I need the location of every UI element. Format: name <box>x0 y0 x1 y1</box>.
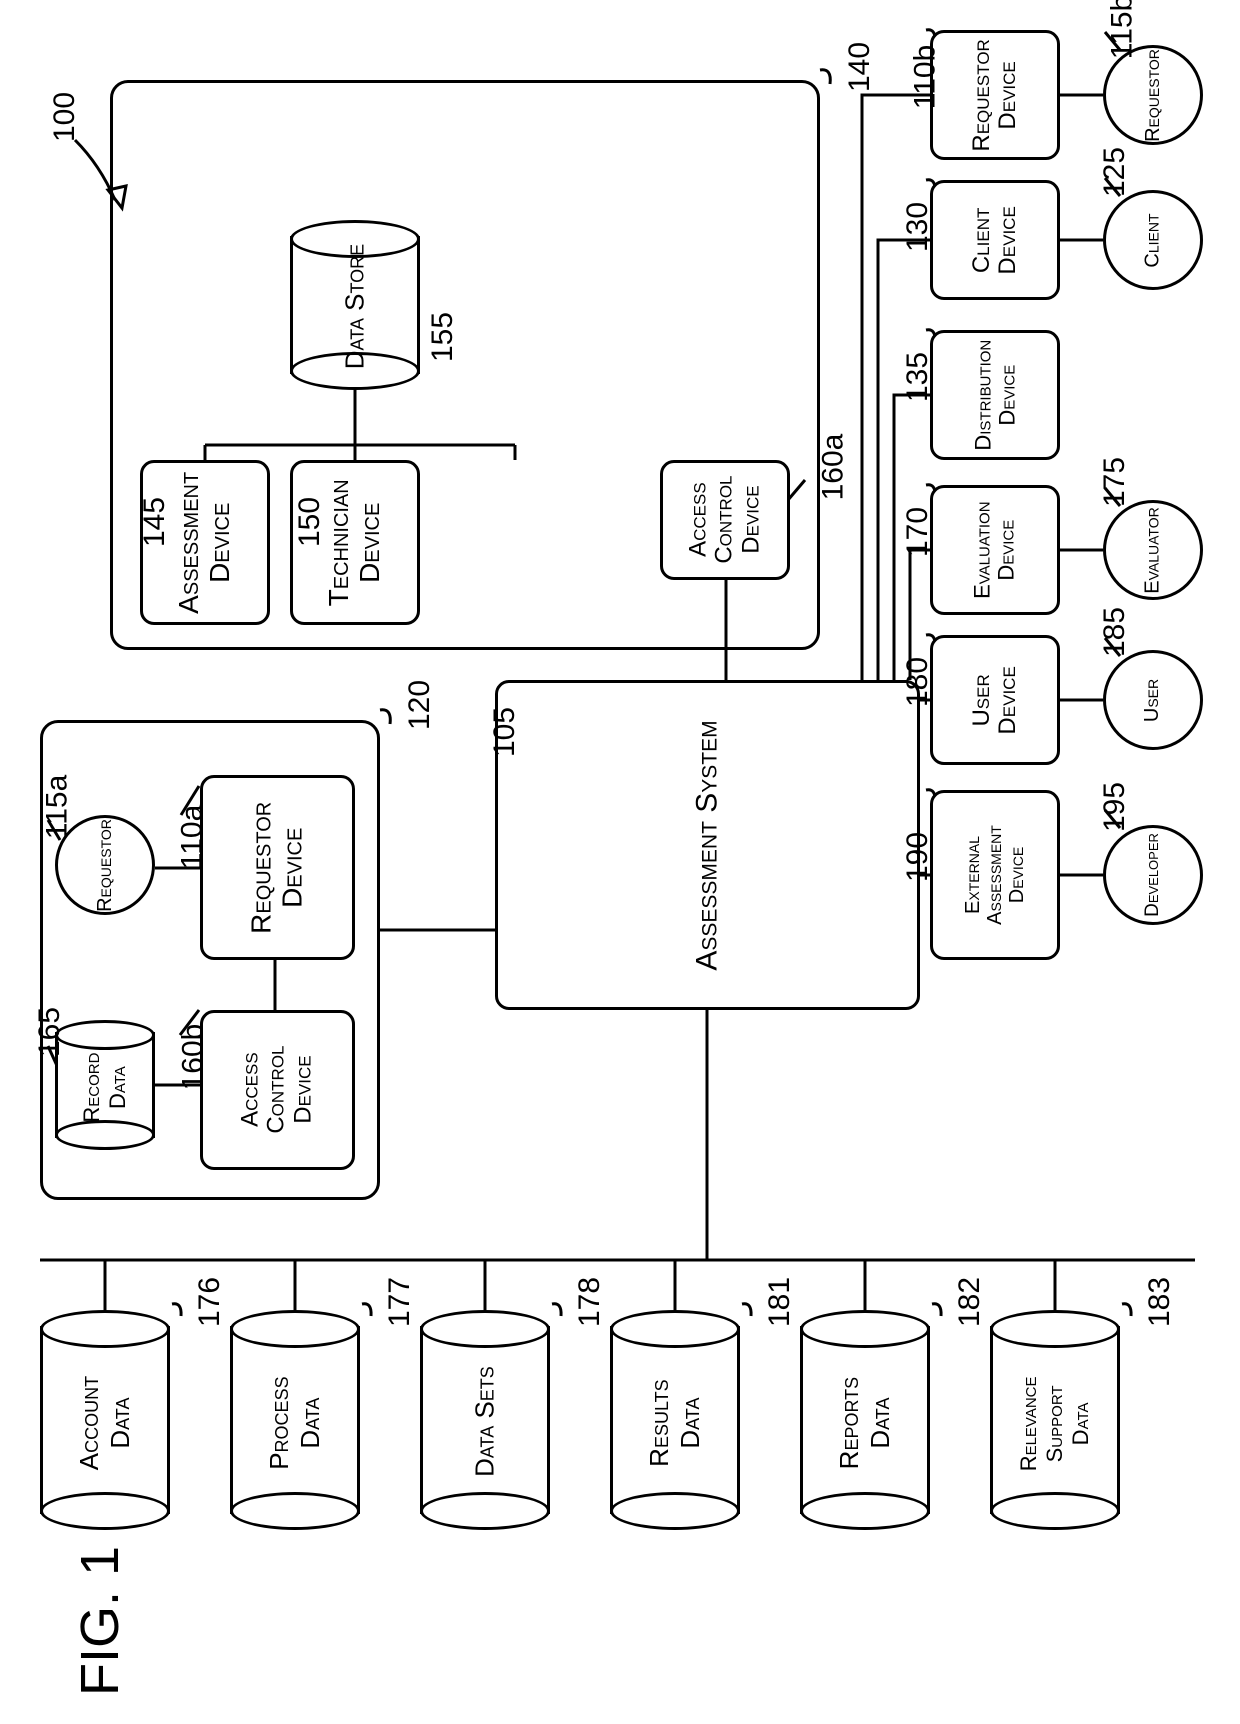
db-process-data: Process Data <box>230 1310 360 1530</box>
access-control-device-b-label: Access Control Device <box>238 1046 317 1134</box>
ref-195: 195 <box>1098 782 1132 832</box>
ref-155: 155 <box>426 312 460 362</box>
account-data-label: Account Data <box>74 1376 136 1470</box>
box-assessment-system: Assessment System <box>495 680 920 1010</box>
db-record-data: Record Data <box>55 1020 155 1150</box>
ref-145: 145 <box>138 497 172 547</box>
distribution-device-label: Distribution Device <box>971 340 1019 451</box>
ref-180: 180 <box>901 657 935 707</box>
requestor-b-label: Requestor <box>1141 49 1164 142</box>
db-data-store-label: Data Store <box>340 244 371 369</box>
circle-client: Client <box>1103 190 1203 290</box>
circle-developer: Developer <box>1103 825 1203 925</box>
ref-100: 100 <box>48 92 82 142</box>
requestor-device-a-label: Requestor Device <box>247 801 309 933</box>
ref-182: 182 <box>953 1277 987 1327</box>
reports-data-label: Reports Data <box>834 1377 896 1469</box>
requestor-device-b-label: Requestor Device <box>969 39 1022 151</box>
ref-178: 178 <box>573 1277 607 1327</box>
developer-label: Developer <box>1142 833 1164 917</box>
external-assessment-device-label: External Assessment Device <box>962 825 1028 925</box>
ref-165: 165 <box>33 1007 67 1057</box>
results-data-label: Results Data <box>644 1379 706 1466</box>
ref-150: 150 <box>293 497 327 547</box>
requestor-a-label: Requestor <box>93 819 116 912</box>
evaluation-device-label: Evaluation Device <box>971 501 1019 598</box>
circle-user: User <box>1103 650 1203 750</box>
ref-130: 130 <box>901 202 935 252</box>
box-requestor-device-a: Requestor Device <box>200 775 355 960</box>
ref-160a: 160a <box>816 434 850 501</box>
ref-183: 183 <box>1143 1277 1177 1327</box>
ref-190: 190 <box>901 832 935 882</box>
client-device-label: Client Device <box>969 206 1022 274</box>
db-relevance-support-data: Relevance Support Data <box>990 1310 1120 1530</box>
box-evaluation-device: Evaluation Device <box>930 485 1060 615</box>
process-data-label: Process Data <box>264 1376 326 1469</box>
box-requestor-device-b: Requestor Device <box>930 30 1060 160</box>
db-account-data: Account Data <box>40 1310 170 1530</box>
box-external-assessment-device: External Assessment Device <box>930 790 1060 960</box>
client-label: Client <box>1142 213 1165 267</box>
access-control-device-a-label: Access Control Device <box>685 476 764 564</box>
box-access-control-device-a: Access Control Device <box>660 460 790 580</box>
ref-160b: 160b <box>176 1024 210 1091</box>
assessment-system-label: Assessment System <box>691 720 724 970</box>
ref-125: 125 <box>1098 147 1132 197</box>
ref-176: 176 <box>193 1277 227 1327</box>
diagram-canvas: 100 140 Data Store 155 Assessment Device… <box>0 0 1240 1724</box>
db-data-sets: Data Sets <box>420 1310 550 1530</box>
ref-181: 181 <box>763 1277 797 1327</box>
ref-175: 175 <box>1098 457 1132 507</box>
relevance-support-data-label: Relevance Support Data <box>1016 1376 1094 1471</box>
technician-device-label: Technician Device <box>324 479 386 606</box>
ref-110a: 110a <box>175 805 209 870</box>
ref-120: 120 <box>403 680 437 730</box>
db-results-data: Results Data <box>610 1310 740 1530</box>
ref-115a: 115a <box>40 775 74 840</box>
assessment-device-label: Assessment Device <box>174 471 236 613</box>
ref-177: 177 <box>383 1277 417 1327</box>
evaluator-label: Evaluator <box>1141 507 1164 593</box>
ref-170: 170 <box>901 507 935 557</box>
user-device-label: User Device <box>969 666 1022 734</box>
db-data-store: Data Store <box>290 220 420 390</box>
box-distribution-device: Distribution Device <box>930 330 1060 460</box>
ref-185: 185 <box>1098 607 1132 657</box>
ref-135: 135 <box>901 352 935 402</box>
box-user-device: User Device <box>930 635 1060 765</box>
user-label: User <box>1141 678 1164 721</box>
record-data-label: Record Data <box>79 1053 131 1123</box>
ref-110b: 110b <box>908 45 942 110</box>
data-sets-label: Data Sets <box>470 1366 501 1477</box>
box-access-control-device-b: Access Control Device <box>200 1010 355 1170</box>
ref-115b: 115b <box>1105 0 1139 59</box>
ref-140: 140 <box>843 42 877 92</box>
circle-evaluator: Evaluator <box>1103 500 1203 600</box>
figure-caption: FIG. 1 <box>69 1546 131 1696</box>
circle-requestor-b: Requestor <box>1103 45 1203 145</box>
db-reports-data: Reports Data <box>800 1310 930 1530</box>
ref-105: 105 <box>488 707 522 757</box>
box-client-device: Client Device <box>930 180 1060 300</box>
